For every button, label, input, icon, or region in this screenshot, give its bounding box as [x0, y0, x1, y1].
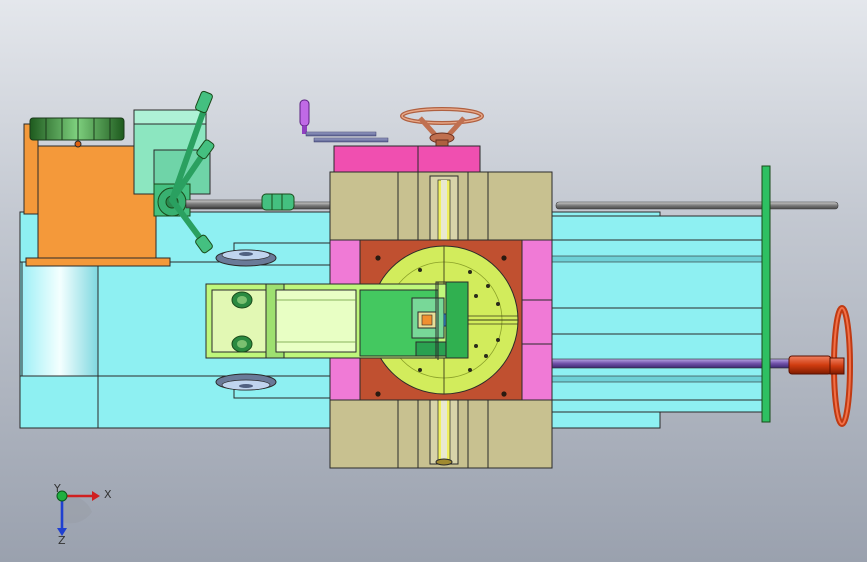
lower-pulley: [215, 373, 277, 391]
cad-viewport[interactable]: X Y Z: [0, 0, 867, 562]
tool-arm: [205, 281, 469, 360]
z-axis-label: Z: [58, 534, 66, 547]
machine-top-view: X Y Z: [19, 90, 853, 547]
top-handwheel[interactable]: [400, 107, 484, 149]
lower-lead-rod: [549, 358, 793, 369]
upper-pulley: [215, 249, 277, 267]
axis-triad: X Y Z: [53, 482, 112, 547]
top-pink-block: [333, 145, 481, 173]
right-handwheel[interactable]: [788, 305, 853, 427]
bed-end-cylinder: [21, 261, 99, 377]
feed-shaft-knob[interactable]: [185, 193, 295, 211]
y-axis-label: Y: [53, 482, 61, 495]
x-axis-label: X: [104, 488, 112, 501]
top-crank-handle[interactable]: [299, 99, 389, 143]
right-end-plate: [761, 165, 771, 423]
